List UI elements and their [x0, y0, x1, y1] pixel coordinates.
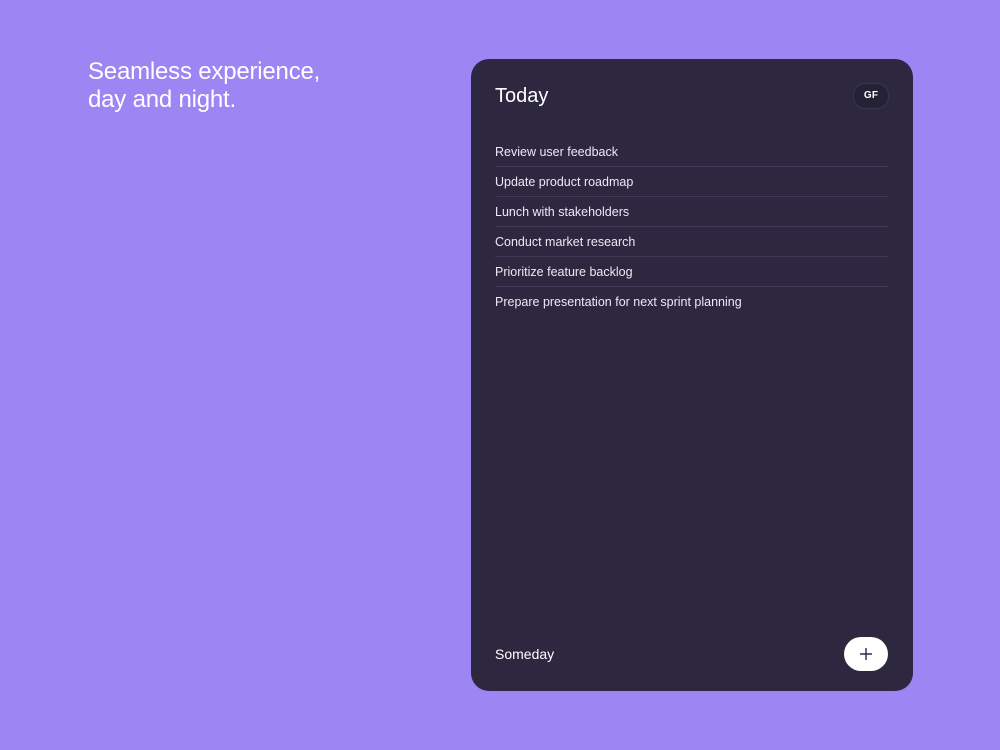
- hero-headline-line-1: Seamless experience,: [88, 58, 321, 85]
- hero-headline: Seamless experience, day and night.: [88, 58, 408, 114]
- task-item[interactable]: Update product roadmap: [495, 167, 888, 197]
- plus-icon: [860, 648, 872, 660]
- task-item[interactable]: Prioritize feature backlog: [495, 257, 888, 287]
- task-item[interactable]: Review user feedback: [495, 137, 888, 167]
- add-task-button[interactable]: [844, 637, 888, 671]
- task-item[interactable]: Lunch with stakeholders: [495, 197, 888, 227]
- hero-headline-line-2: day and night.: [88, 86, 236, 113]
- someday-link[interactable]: Someday: [495, 644, 554, 664]
- task-item[interactable]: Conduct market research: [495, 227, 888, 257]
- task-item[interactable]: Prepare presentation for next sprint pla…: [495, 287, 888, 317]
- avatar[interactable]: GF: [853, 83, 889, 109]
- today-card: Today GF Review user feedback Update pro…: [471, 59, 913, 691]
- task-list: Review user feedback Update product road…: [495, 137, 888, 317]
- card-title: Today: [495, 85, 549, 107]
